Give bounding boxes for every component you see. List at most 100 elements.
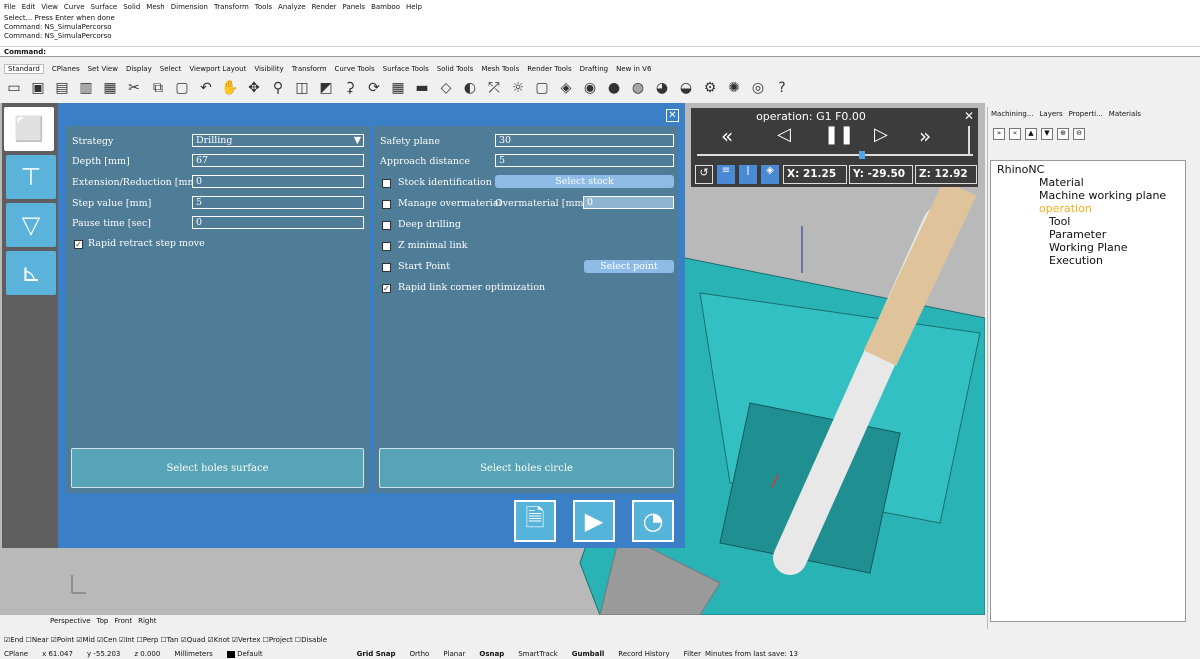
progress-track[interactable] xyxy=(697,154,973,156)
tree-working-plane[interactable]: Working Plane xyxy=(1049,241,1128,254)
menu-solid[interactable]: Solid xyxy=(123,3,140,11)
menu-curve[interactable]: Curve xyxy=(64,3,85,11)
panel-tab-materials[interactable]: Materials xyxy=(1109,110,1141,118)
osnap-int[interactable]: ☑Int xyxy=(119,636,135,644)
light-icon[interactable]: ☼ xyxy=(508,78,528,98)
gear-icon[interactable]: ✺ xyxy=(724,78,744,98)
parameter-tab-button[interactable]: ▽ xyxy=(6,203,56,247)
grid-snap-toggle[interactable]: Grid Snap xyxy=(357,650,396,658)
select-holes-circle-button[interactable]: Select holes circle xyxy=(379,448,674,488)
smarttrack-toggle[interactable]: SmartTrack xyxy=(518,650,558,658)
world-icon[interactable]: ◎ xyxy=(748,78,768,98)
osnap-near[interactable]: ☐Near xyxy=(26,636,49,644)
toolbar-tab-new-in-v6[interactable]: New in V6 xyxy=(616,65,651,73)
render-icon[interactable]: ● xyxy=(604,78,624,98)
progress-thumb[interactable] xyxy=(859,151,865,159)
approach-input[interactable]: 5 xyxy=(495,154,674,167)
viewport-tab-front[interactable]: Front xyxy=(114,617,132,628)
deep-drilling-checkbox[interactable] xyxy=(382,221,391,230)
sort-down-icon[interactable]: ▼ xyxy=(1041,128,1053,140)
fast-forward-icon[interactable]: » xyxy=(919,124,931,148)
step-input[interactable]: 5 xyxy=(192,196,364,209)
osnap-mid[interactable]: ☑Mid xyxy=(76,636,95,644)
rapid-link-checkbox[interactable]: ✓ xyxy=(382,284,391,293)
select-icon[interactable]: ⤱ xyxy=(484,78,504,98)
options-icon[interactable]: ⚙ xyxy=(700,78,720,98)
overmaterial-checkbox[interactable] xyxy=(382,200,391,209)
toolbar-tab-select[interactable]: Select xyxy=(160,65,182,73)
lock-icon[interactable]: ▢ xyxy=(532,78,552,98)
copy-icon[interactable]: ⧉ xyxy=(148,78,168,98)
rapid-retract-checkbox[interactable]: ✓ xyxy=(74,240,83,249)
planar-toggle[interactable]: Planar xyxy=(443,650,465,658)
select-point-button[interactable]: Select point xyxy=(584,260,674,273)
panel-tab-properti[interactable]: Properti... xyxy=(1069,110,1103,118)
viewport-icon[interactable]: ▦ xyxy=(388,78,408,98)
tool-tab-button[interactable]: ⊤ xyxy=(6,155,56,199)
menu-view[interactable]: View xyxy=(41,3,58,11)
toolbar-tab-surface-tools[interactable]: Surface Tools xyxy=(383,65,429,73)
osnap-end[interactable]: ☑End xyxy=(4,636,24,644)
menu-help[interactable]: Help xyxy=(406,3,422,11)
osnap-project[interactable]: ☐Project xyxy=(263,636,293,644)
panel-tab-machining[interactable]: Machining... xyxy=(991,110,1034,118)
select-holes-surface-button[interactable]: Select holes surface xyxy=(71,448,364,488)
start-point-checkbox[interactable] xyxy=(382,263,391,272)
osnap-knot[interactable]: ☑Knot xyxy=(207,636,229,644)
osnap-quad[interactable]: ☑Quad xyxy=(180,636,205,644)
close-icon[interactable]: ✕ xyxy=(666,109,679,122)
open-icon[interactable]: ▣ xyxy=(28,78,48,98)
toolbar-tab-mesh-tools[interactable]: Mesh Tools xyxy=(481,65,519,73)
tree-machine-working-plane[interactable]: Machine working plane xyxy=(1039,189,1166,202)
paste-icon[interactable]: ▢ xyxy=(172,78,192,98)
depth-input[interactable]: 67 xyxy=(192,154,364,167)
toolbar-tab-display[interactable]: Display xyxy=(126,65,152,73)
material-icon[interactable]: ◈ xyxy=(556,78,576,98)
command-line[interactable]: Command: xyxy=(0,46,1200,57)
menu-edit[interactable]: Edit xyxy=(22,3,36,11)
pan-icon[interactable]: ✋ xyxy=(220,78,240,98)
import-icon[interactable]: ▦ xyxy=(100,78,120,98)
toolbar-tab-set-view[interactable]: Set View xyxy=(88,65,118,73)
strategy-select[interactable]: Drilling ▼ xyxy=(192,134,364,147)
pause-input[interactable]: 0 xyxy=(192,216,364,229)
toolbar-tab-visibility[interactable]: Visibility xyxy=(254,65,283,73)
overmaterial-input[interactable]: 0 xyxy=(583,196,674,209)
toolbar-tab-transform[interactable]: Transform xyxy=(292,65,327,73)
car-icon[interactable]: ▬ xyxy=(412,78,432,98)
expand-icon[interactable]: » xyxy=(993,128,1005,140)
zoom-extents-icon[interactable]: ◩ xyxy=(316,78,336,98)
toolbar-tab-drafting[interactable]: Drafting xyxy=(580,65,608,73)
ortho-toggle[interactable]: Ortho xyxy=(409,650,429,658)
rotate-view-icon[interactable]: ⟳ xyxy=(364,78,384,98)
working-plane-tab-button[interactable]: ⊾ xyxy=(6,251,56,295)
undo-icon[interactable]: ↶ xyxy=(196,78,216,98)
toolbar-tab-solid-tools[interactable]: Solid Tools xyxy=(437,65,474,73)
loop-icon[interactable]: ↺ xyxy=(695,165,713,184)
menu-mesh[interactable]: Mesh xyxy=(146,3,164,11)
rotate-icon[interactable]: ✥ xyxy=(244,78,264,98)
toolbar-tab-cplanes[interactable]: CPlanes xyxy=(52,65,80,73)
toolbar-tab-viewport-layout[interactable]: Viewport Layout xyxy=(189,65,246,73)
save-operation-button[interactable]: 🗎 xyxy=(514,500,556,542)
save-icon[interactable]: ▤ xyxy=(52,78,72,98)
close-icon[interactable]: ✕ xyxy=(964,109,974,123)
zoom-in-icon[interactable]: ⊕ xyxy=(1057,128,1069,140)
tree-execution[interactable]: Execution xyxy=(1049,254,1103,267)
osnap-disable[interactable]: ☐Disable xyxy=(295,636,327,644)
viewport-tab-perspective[interactable]: Perspective xyxy=(50,617,91,628)
rewind-icon[interactable]: « xyxy=(721,124,733,148)
speed-slider[interactable] xyxy=(968,126,970,154)
sort-up-icon[interactable]: ▲ xyxy=(1025,128,1037,140)
menu-transform[interactable]: Transform xyxy=(214,3,249,11)
ghosted-icon[interactable]: ◒ xyxy=(676,78,696,98)
osnap-toggle[interactable]: Osnap xyxy=(479,650,504,658)
select-stock-button[interactable]: Select stock xyxy=(495,175,674,188)
extension-input[interactable]: 0 xyxy=(192,175,364,188)
tree-material[interactable]: Material xyxy=(1039,176,1084,189)
tree-root[interactable]: RhinoNC xyxy=(997,163,1044,176)
tree-operation[interactable]: operation xyxy=(1039,202,1092,215)
osnap-vertex[interactable]: ☑Vertex xyxy=(232,636,261,644)
menu-render[interactable]: Render xyxy=(312,3,337,11)
tree-parameter[interactable]: Parameter xyxy=(1049,228,1106,241)
